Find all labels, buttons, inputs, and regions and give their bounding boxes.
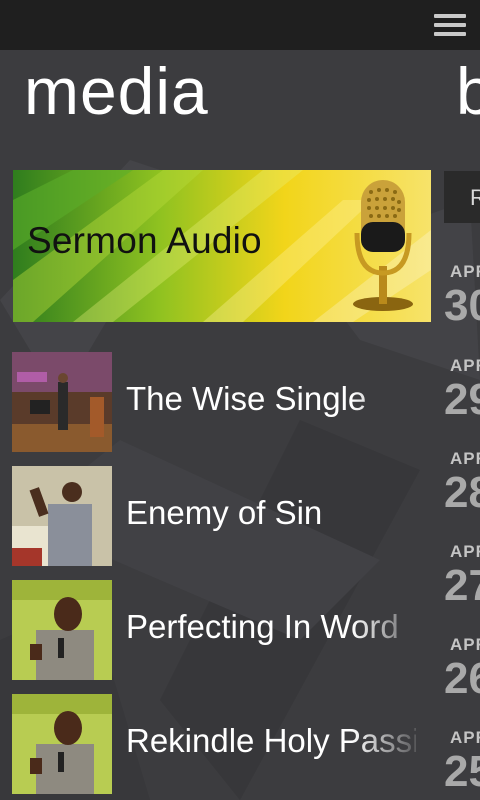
date-month: APR (450, 728, 480, 747)
date-month: APR (450, 262, 480, 281)
date-entry[interactable]: APR 29 (444, 356, 480, 422)
date-entry[interactable]: APR 28 (444, 449, 480, 515)
date-day: 25 (444, 747, 480, 796)
date-entry[interactable]: APR 30 (444, 262, 480, 328)
app-screen: media b Sermon Audio The Wise Single Ene… (0, 0, 480, 800)
hamburger-menu-icon[interactable] (434, 14, 466, 36)
date-month: APR (450, 356, 480, 375)
page-title: media (24, 54, 209, 128)
sermon-audio-banner[interactable]: Sermon Audio (13, 170, 431, 322)
microphone-icon (353, 180, 413, 311)
sermon-thumbnail (12, 580, 112, 680)
sermon-title: Perfecting In Word (126, 608, 399, 645)
sermon-title: Enemy of Sin (126, 494, 323, 531)
top-bar (0, 0, 480, 50)
date-month: APR (450, 542, 480, 561)
side-panel-button[interactable]: R (444, 171, 480, 223)
next-section-title[interactable]: b (456, 58, 480, 124)
date-month: APR (450, 449, 480, 468)
sermon-thumbnail (12, 352, 112, 452)
date-day: 27 (444, 561, 480, 610)
list-item[interactable]: The Wise Single (12, 352, 432, 452)
sermon-thumbnail (12, 694, 112, 794)
list-item[interactable]: Perfecting In Word (12, 580, 432, 680)
banner-text: Sermon Audio (27, 220, 262, 261)
date-month: APR (450, 635, 480, 654)
list-item[interactable]: Rekindle Holy Passion (12, 694, 432, 794)
side-panel-button-label: R (470, 185, 480, 210)
date-entry[interactable]: APR 26 (444, 635, 480, 701)
date-day: 28 (444, 468, 480, 517)
sermon-thumbnail (12, 466, 112, 566)
date-day: 29 (444, 375, 480, 424)
sermon-title: The Wise Single (126, 380, 367, 417)
date-day: 30 (444, 281, 480, 330)
date-entry[interactable]: APR 27 (444, 542, 480, 608)
date-entry[interactable]: APR 25 (444, 728, 480, 794)
sermon-title: Rekindle Holy Passion (126, 722, 416, 759)
date-day: 26 (444, 654, 480, 703)
list-item[interactable]: Enemy of Sin (12, 466, 432, 566)
